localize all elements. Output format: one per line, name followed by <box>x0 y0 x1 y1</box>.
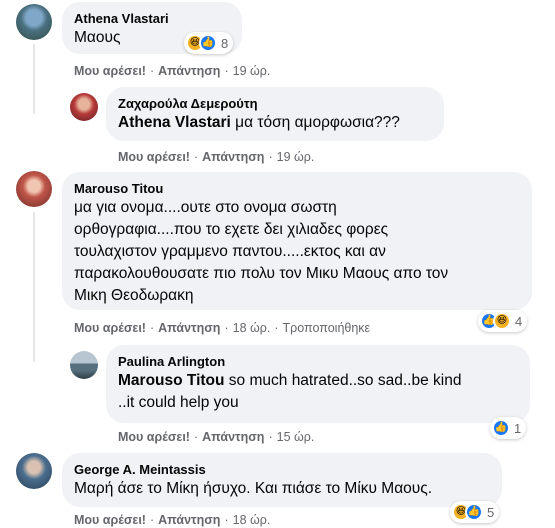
timestamp[interactable]: 18 ώρ. <box>233 513 271 527</box>
avatar[interactable] <box>70 351 98 379</box>
comment-bubble: George A. Meintassis Μαρή άσε το Μίκη ήσ… <box>62 453 502 507</box>
mention-link[interactable]: Athena Vlastari <box>118 114 231 131</box>
comment-bubble: Marouso Titou μα για ονομα....ουτε στο ο… <box>62 172 532 310</box>
reaction-count: 1 <box>514 420 522 436</box>
comment-author[interactable]: Athena Vlastari <box>74 10 230 27</box>
like-icon: 👍 <box>492 419 510 437</box>
comment-actions: Μου αρέσει! · Απάντηση · 18 ώρ. <box>74 513 271 527</box>
reactions-summary[interactable]: 😆 👍 8 <box>184 32 234 54</box>
like-icon: 👍 <box>465 503 483 521</box>
reply-link[interactable]: Απάντηση <box>202 150 264 164</box>
comment-text: μα για ονομα....ουτε στο ονομα σωστη ορθ… <box>74 199 449 304</box>
comment-actions: Μου αρέσει! · Απάντηση · 18 ώρ. · Τροποποιήθηκ… <box>74 321 371 335</box>
timestamp[interactable]: 19 ώρ. <box>233 64 271 78</box>
reactions-summary[interactable]: 😆 👍 5 <box>450 501 500 523</box>
avatar[interactable] <box>16 453 52 489</box>
comment-text: μα τόση αμορφωσια??? <box>230 114 400 131</box>
comment-actions: Μου αρέσει! · Απάντηση · 19 ώρ. <box>118 150 315 164</box>
like-icon: 👍 <box>199 34 217 52</box>
like-link[interactable]: Μου αρέσει! <box>118 430 190 444</box>
reply-link[interactable]: Απάντηση <box>158 321 220 335</box>
comment-actions: Μου αρέσει! · Απάντηση · 15 ώρ. <box>118 430 315 444</box>
timestamp[interactable]: 15 ώρ. <box>277 430 315 444</box>
haha-icon: 😆 <box>493 312 511 330</box>
avatar[interactable] <box>70 93 98 121</box>
like-link[interactable]: Μου αρέσει! <box>118 150 190 164</box>
reply-link[interactable]: Απάντηση <box>158 513 220 527</box>
like-link[interactable]: Μου αρέσει! <box>74 321 146 335</box>
comment-author[interactable]: Ζαχαρούλα Δεμερούτη <box>118 95 432 112</box>
reply-link[interactable]: Απάντηση <box>202 430 264 444</box>
reaction-count: 5 <box>487 504 495 520</box>
reply-link[interactable]: Απάντηση <box>158 64 220 78</box>
comment-text: Μαρή άσε το Μίκη ήσυχο. Και πιάσε το Μίκ… <box>74 480 433 497</box>
timestamp[interactable]: 18 ώρ. <box>233 321 271 335</box>
avatar[interactable] <box>16 4 52 40</box>
comment-actions: Μου αρέσει! · Απάντηση · 19 ώρ. <box>74 64 271 78</box>
mention-link[interactable]: Marouso Titou <box>118 372 225 389</box>
thread-line <box>33 44 35 114</box>
like-link[interactable]: Μου αρέσει! <box>74 64 146 78</box>
reaction-count: 4 <box>515 313 523 329</box>
comment-author[interactable]: Marouso Titou <box>74 180 520 197</box>
reaction-count: 8 <box>221 35 229 51</box>
comment-author[interactable]: George A. Meintassis <box>74 461 490 478</box>
timestamp[interactable]: 19 ώρ. <box>277 150 315 164</box>
like-link[interactable]: Μου αρέσει! <box>74 513 146 527</box>
reactions-summary[interactable]: 👍 😆 4 <box>478 310 528 332</box>
edited-label[interactable]: Τροποποιήθηκε <box>283 321 371 335</box>
comment-bubble: Paulina Arlington Marouso Titou so much … <box>106 345 530 423</box>
reactions-summary[interactable]: 👍 1 <box>490 417 527 439</box>
avatar[interactable] <box>16 171 52 207</box>
comment-author[interactable]: Paulina Arlington <box>118 353 518 370</box>
thread-line <box>33 212 35 362</box>
comment-bubble: Ζαχαρούλα Δεμερούτη Athena Vlastari μα τ… <box>106 87 444 141</box>
